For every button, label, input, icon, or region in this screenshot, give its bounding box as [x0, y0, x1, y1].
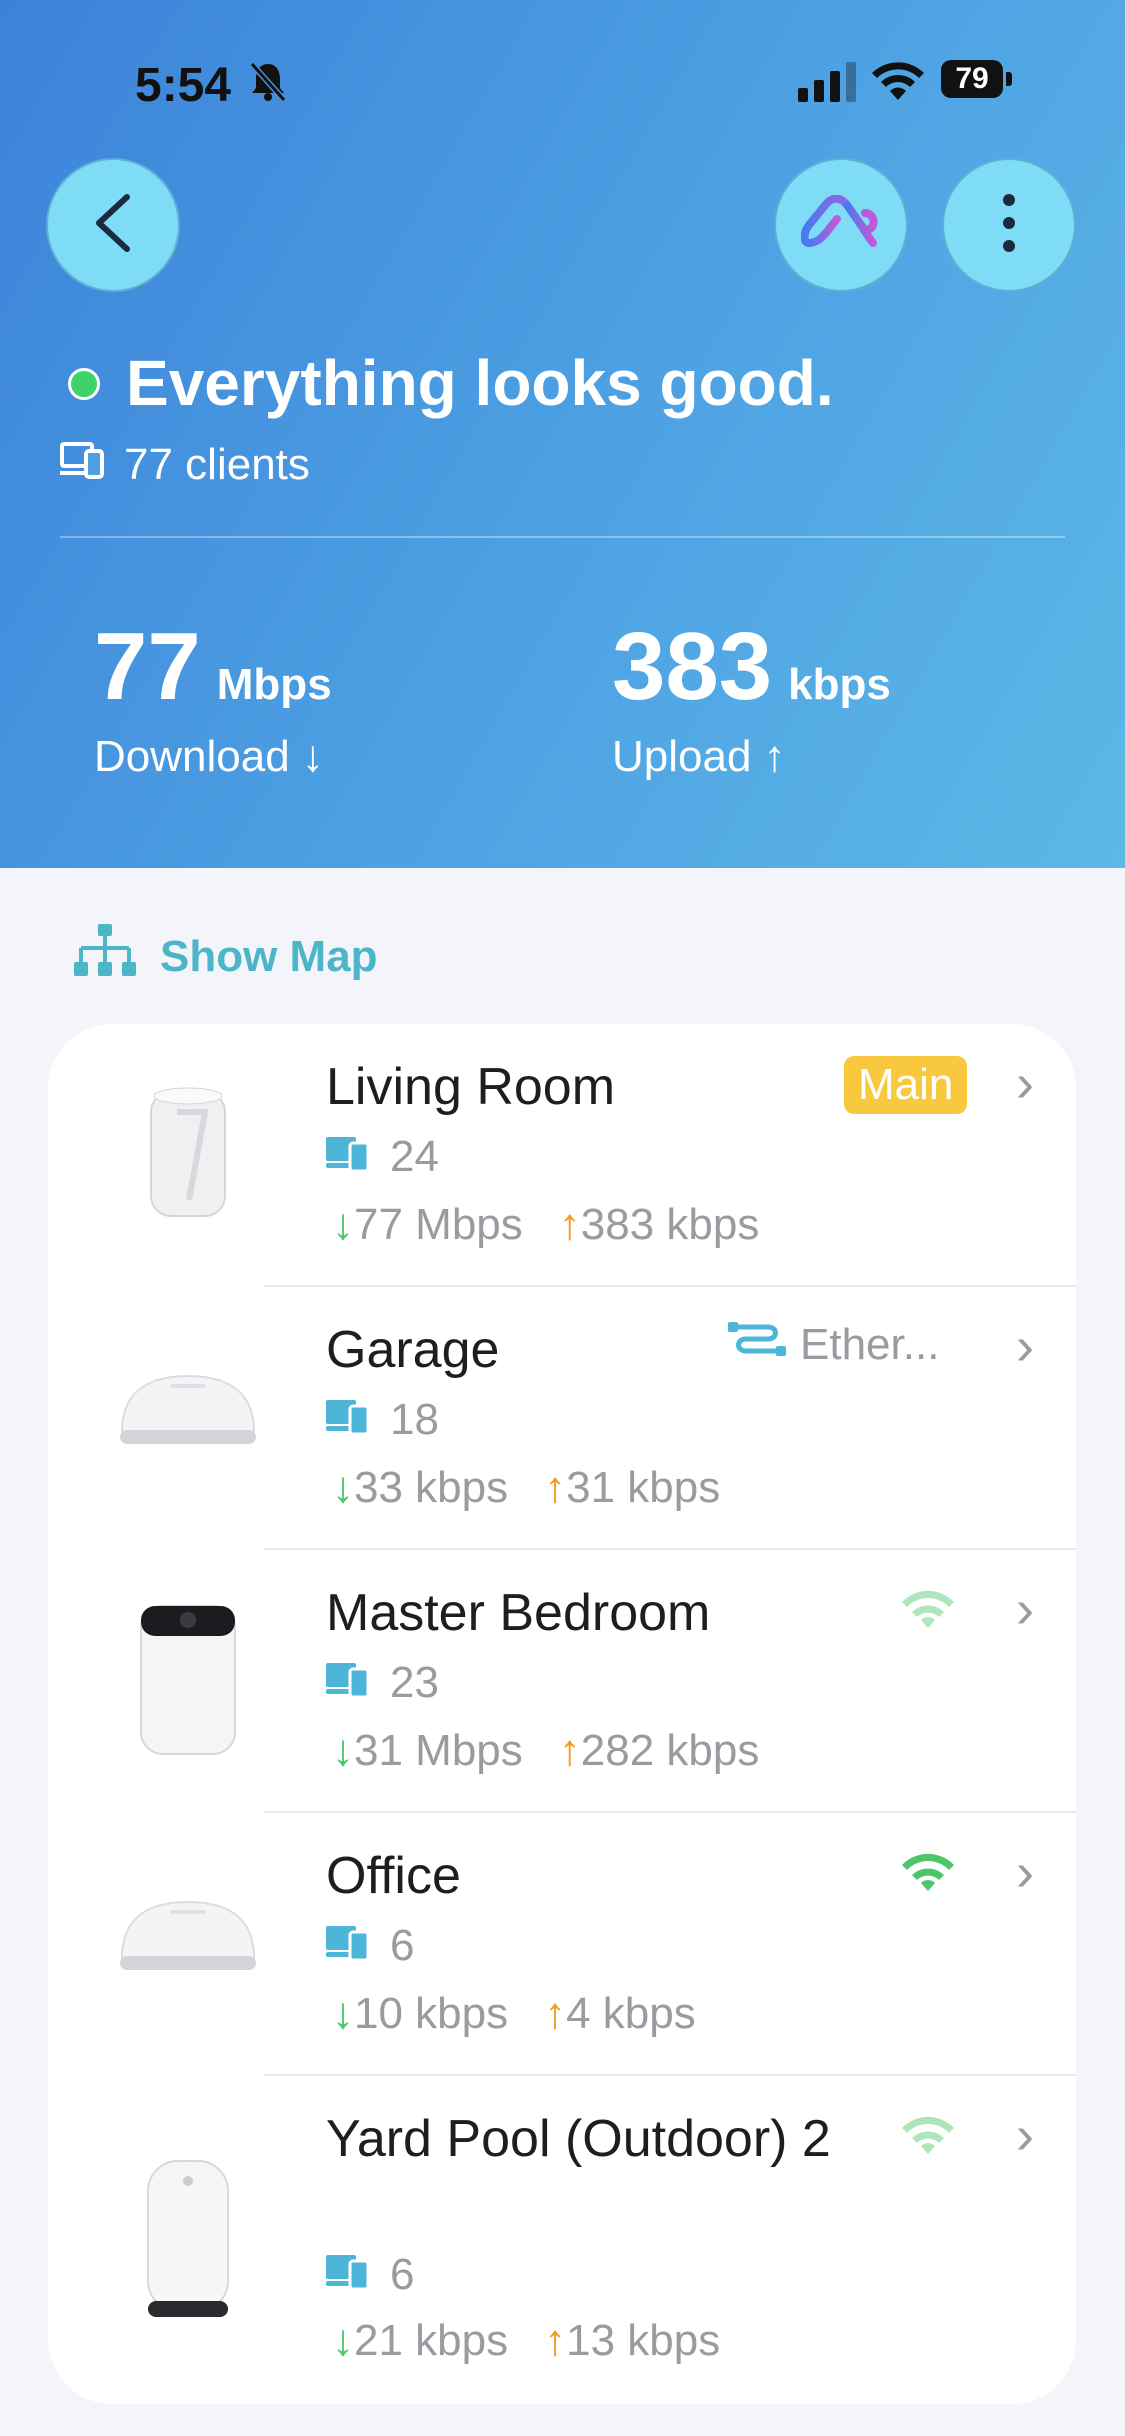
download-rate: ↓33 kbps — [332, 1463, 509, 1512]
deco-unit-image — [88, 1315, 288, 1515]
wifi-signal-icon — [900, 1853, 956, 1898]
download-value: 77 — [94, 613, 201, 720]
client-count-value: 23 — [390, 1658, 439, 1707]
download-speed: 77 Mbps Download ↓ — [94, 612, 332, 781]
show-map-label: Show Map — [160, 931, 378, 981]
download-label: Download ↓ — [94, 732, 324, 781]
throughput: ↓77 Mbps ↑383 kbps — [332, 1200, 759, 1250]
upload-speed: 383 kbps Upload ↑ — [612, 612, 891, 781]
throughput: ↓21 kbps ↑13 kbps — [332, 2316, 720, 2366]
client-count-value: 6 — [390, 1921, 415, 1970]
device-row-yard-pool-outdoor-2[interactable]: Yard Pool (Outdoor) 2 › 6 ↓21 kbps ↑13 kbps — [48, 2076, 1076, 2404]
devices-icon — [326, 1132, 370, 1182]
client-count: 23 — [326, 1658, 439, 1708]
deco-unit-image — [88, 1052, 288, 1252]
chevron-left-icon — [91, 193, 135, 258]
throughput: ↓10 kbps ↑4 kbps — [332, 1989, 696, 2039]
ethernet-connection: Ether... — [728, 1319, 939, 1370]
status-bar: 5:54 79 — [0, 0, 1125, 160]
device-name: Master Bedroom — [326, 1584, 711, 1642]
deco-device-list: Living Room Main › 24 ↓77 Mbps ↑383 kbps Garag… — [48, 1024, 1076, 2404]
battery-icon: 79 — [941, 60, 1015, 102]
battery-level: 79 — [941, 60, 1003, 98]
throughput: ↓33 kbps ↑31 kbps — [332, 1463, 720, 1513]
show-map-button[interactable]: Show Map — [74, 922, 378, 991]
upload-rate: ↑31 kbps — [544, 1463, 721, 1512]
upload-label: Upload ↑ — [612, 732, 786, 781]
network-status-message: Everything looks good. — [126, 347, 834, 419]
devices-icon — [326, 2250, 370, 2300]
client-count: 6 — [326, 2250, 414, 2300]
vertical-dots-icon — [1002, 193, 1016, 258]
main-badge: Main — [844, 1056, 968, 1114]
devices-icon — [326, 1658, 370, 1708]
header-divider — [60, 536, 1065, 538]
device-name: Garage — [326, 1321, 500, 1379]
clock: 5:54 — [135, 59, 232, 112]
device-row-master-bedroom[interactable]: Master Bedroom › 23 ↓31 Mbps ↑282 kbps — [48, 1550, 1076, 1813]
clients-count: 77 clients — [124, 440, 310, 489]
chevron-right-icon: › — [1016, 1842, 1034, 1902]
device-row-office[interactable]: Office › 6 ↓10 kbps ↑4 kbps — [48, 1813, 1076, 2076]
device-row-garage[interactable]: Garage Ether... › 18 ↓33 kbps ↑31 kbps — [48, 1287, 1076, 1550]
chevron-right-icon: › — [1016, 1053, 1034, 1113]
download-rate: ↓10 kbps — [332, 1989, 509, 2038]
upload-rate: ↑4 kbps — [544, 1989, 696, 2038]
upload-rate: ↑13 kbps — [544, 2316, 721, 2365]
client-count: 6 — [326, 1921, 414, 1971]
clients-summary[interactable]: 77 clients — [60, 440, 310, 490]
network-status-header: 5:54 79 Everything looks good. 77 client… — [0, 0, 1125, 868]
download-unit: Mbps — [216, 660, 332, 709]
upload-value: 383 — [612, 613, 773, 720]
back-button[interactable] — [46, 158, 180, 292]
client-count: 18 — [326, 1395, 439, 1445]
ethernet-icon — [728, 1319, 786, 1370]
download-rate: ↓21 kbps — [332, 2316, 509, 2365]
device-name: Yard Pool (Outdoor) 2 — [326, 2110, 831, 2168]
device-name: Living Room — [326, 1058, 616, 1116]
upload-unit: kbps — [788, 660, 891, 709]
wifi-status-icon — [870, 58, 926, 107]
deco-unit-image — [88, 1578, 288, 1778]
upload-rate: ↑282 kbps — [558, 1726, 760, 1775]
network-topology-icon — [74, 922, 136, 991]
download-rate: ↓31 Mbps — [332, 1726, 523, 1775]
devices-icon — [60, 440, 106, 490]
deco-unit-image — [88, 2136, 288, 2336]
wifi-signal-icon — [900, 2116, 956, 2161]
online-status-indicator — [68, 368, 100, 400]
download-rate: ↓77 Mbps — [332, 1200, 523, 1249]
wifi-signal-icon — [900, 1590, 956, 1635]
devices-icon — [326, 1921, 370, 1971]
client-count: 24 — [326, 1132, 439, 1182]
deco-unit-image — [88, 1841, 288, 2041]
silent-mode-icon — [248, 60, 288, 107]
device-name: Office — [326, 1847, 461, 1905]
devices-icon — [326, 1395, 370, 1445]
chevron-right-icon: › — [1016, 1579, 1034, 1639]
deco-logo-icon — [800, 194, 881, 256]
deco-logo-button[interactable] — [774, 158, 908, 292]
client-count-value: 18 — [390, 1395, 439, 1444]
client-count-value: 6 — [390, 2250, 415, 2299]
more-options-button[interactable] — [942, 158, 1076, 292]
throughput: ↓31 Mbps ↑282 kbps — [332, 1726, 759, 1776]
cellular-signal-icon — [798, 62, 856, 107]
chevron-right-icon: › — [1016, 2105, 1034, 2165]
upload-rate: ↑383 kbps — [558, 1200, 760, 1249]
chevron-right-icon: › — [1016, 1316, 1034, 1376]
device-row-living-room[interactable]: Living Room Main › 24 ↓77 Mbps ↑383 kbps — [48, 1024, 1076, 1287]
client-count-value: 24 — [390, 1132, 439, 1181]
